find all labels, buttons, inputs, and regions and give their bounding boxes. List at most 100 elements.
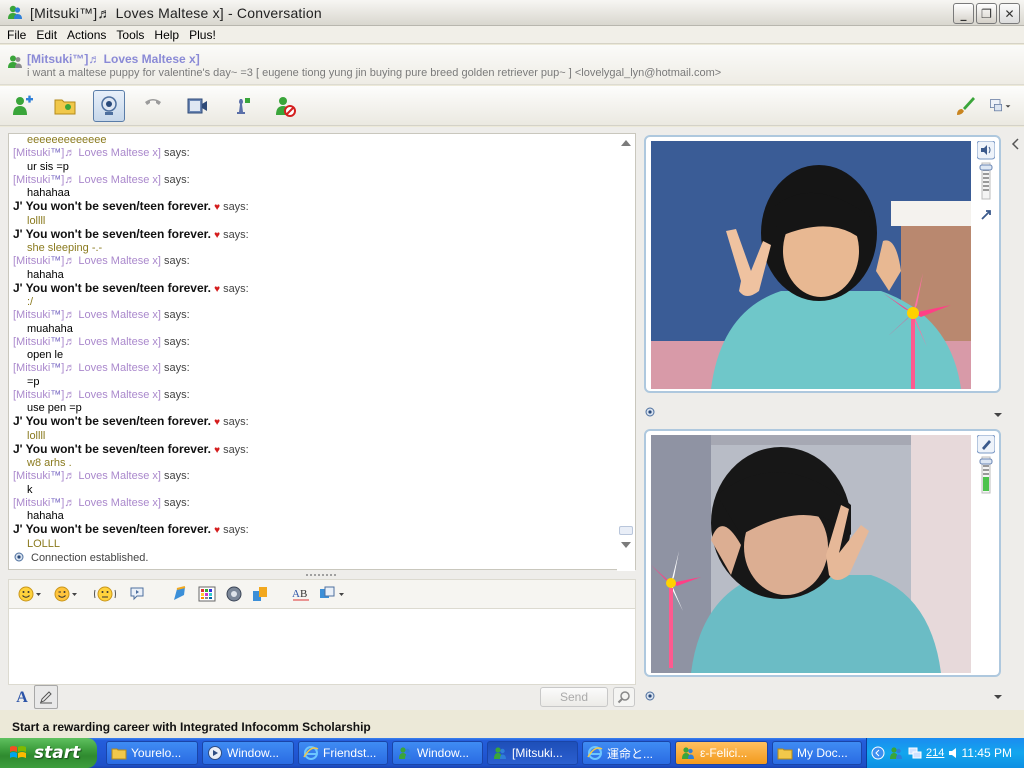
message-text: =p bbox=[27, 375, 40, 388]
nudge-button[interactable] bbox=[93, 584, 117, 604]
font-check-button[interactable]: A B bbox=[291, 584, 311, 604]
advertisement-link[interactable]: Start a rewarding career with Integrated… bbox=[12, 720, 371, 734]
message-text: open le bbox=[27, 349, 64, 361]
video-button[interactable] bbox=[181, 90, 213, 122]
font-button[interactable]: A bbox=[12, 688, 32, 708]
messenger-icon bbox=[8, 5, 22, 19]
connection-status: Connection established. bbox=[13, 552, 148, 564]
contact-header: [Mitsuki™]♬ Loves Maltese x] i want a ma… bbox=[0, 45, 1024, 85]
mic-slider[interactable] bbox=[976, 434, 996, 495]
task-label: My Doc... bbox=[797, 746, 848, 760]
more-button[interactable] bbox=[319, 584, 347, 604]
start-label: start bbox=[34, 743, 81, 763]
restore-icon: ❐ bbox=[981, 6, 992, 21]
send-files-button[interactable] bbox=[49, 90, 81, 122]
block-button[interactable] bbox=[269, 90, 301, 122]
paint-button[interactable] bbox=[949, 90, 981, 122]
scroll-thumb[interactable] bbox=[619, 526, 633, 535]
maximize-button[interactable]: ❐ bbox=[976, 3, 997, 24]
sender-name: J' You won't be seven/teen forever. bbox=[13, 414, 211, 429]
collapse-sidebar-button[interactable] bbox=[1011, 137, 1021, 154]
handwriting-button[interactable] bbox=[34, 685, 58, 709]
sender-name-part: [Mitsuki bbox=[13, 309, 51, 322]
scroll-up-icon[interactable] bbox=[621, 140, 631, 146]
heart-icon: ♥ bbox=[214, 525, 220, 537]
message-sender-mitsuki: [Mitsuki™]♬ Loves Maltese x] says: bbox=[13, 336, 617, 349]
emoticon-button[interactable] bbox=[17, 584, 43, 604]
menu-file[interactable]: File bbox=[2, 28, 31, 42]
display-menu-button[interactable] bbox=[982, 90, 1018, 122]
messenger-icon bbox=[399, 747, 411, 759]
wink-icon bbox=[54, 586, 77, 602]
menu-plus[interactable]: Plus! bbox=[184, 28, 221, 42]
message-text: eeeeeeeeeeeee bbox=[27, 134, 107, 146]
share-button[interactable] bbox=[251, 584, 269, 604]
message-list: eeeeeeeeeeeee [Mitsuki™]♬ Loves Maltese … bbox=[9, 134, 617, 549]
sender-name-part: [Mitsuki bbox=[13, 173, 51, 186]
send-files-icon bbox=[54, 99, 76, 115]
send-button[interactable]: Send bbox=[540, 687, 608, 707]
title-bar: [Mitsuki™]♬ Loves Maltese x] - Conversat… bbox=[0, 0, 1024, 26]
says-label: says: bbox=[164, 173, 190, 186]
scroll-down-icon[interactable] bbox=[621, 542, 631, 548]
search-button[interactable] bbox=[613, 687, 635, 707]
sender-name-part: ]♬ Loves Maltese x] bbox=[61, 173, 161, 186]
sender-name: J' You won't be seven/teen forever. bbox=[13, 199, 211, 214]
start-button[interactable]: start bbox=[0, 738, 97, 768]
message-text: hahaha bbox=[27, 510, 64, 522]
webcam-preview-image bbox=[651, 435, 971, 673]
history-scrollbar[interactable] bbox=[617, 134, 635, 571]
background-button[interactable] bbox=[198, 584, 216, 604]
message-text: she sleeping -.- bbox=[27, 242, 103, 254]
tray-counter[interactable]: 214 bbox=[926, 747, 944, 759]
contact-webcam-menu[interactable] bbox=[993, 411, 1003, 422]
message-text: ur sis =p bbox=[27, 160, 69, 173]
heart-icon: ♥ bbox=[214, 202, 220, 214]
my-webcam-menu[interactable] bbox=[993, 693, 1003, 704]
call-button[interactable] bbox=[137, 90, 169, 122]
sender-name-part: [Mitsuki bbox=[13, 470, 51, 483]
message-text: w8 arhs . bbox=[27, 457, 72, 469]
network-icon[interactable] bbox=[907, 745, 923, 761]
my-webcam-footer bbox=[644, 691, 656, 706]
voice-clip-button[interactable] bbox=[129, 584, 147, 604]
invite-contact-button[interactable] bbox=[6, 90, 38, 122]
message-sender-j: J' You won't be seven/teen forever. ♥ sa… bbox=[13, 227, 617, 242]
ink-button[interactable] bbox=[171, 584, 189, 604]
sound-button[interactable] bbox=[225, 584, 243, 604]
menu-edit[interactable]: Edit bbox=[31, 28, 62, 42]
sender-name-part: [Mitsuki bbox=[13, 388, 51, 401]
says-label: says: bbox=[164, 470, 190, 483]
close-icon: ✕ bbox=[1004, 6, 1015, 21]
taskbar-task[interactable]: Window... bbox=[202, 741, 294, 765]
heart-icon: ♥ bbox=[214, 444, 220, 456]
volume-slider[interactable] bbox=[976, 140, 996, 231]
webcam-button[interactable] bbox=[93, 90, 125, 122]
message-sender-mitsuki: [Mitsuki™]♬ Loves Maltese x] says: bbox=[13, 470, 617, 483]
sender-name-part: ]♬ Loves Maltese x] bbox=[61, 388, 161, 401]
messenger-tray-icon[interactable] bbox=[888, 745, 904, 761]
taskbar-task[interactable]: Yourelo... bbox=[106, 741, 198, 765]
menu-help[interactable]: Help bbox=[149, 28, 184, 42]
message-sender-mitsuki: [Mitsuki™]♬ Loves Maltese x] says: bbox=[13, 497, 617, 510]
taskbar-task[interactable]: [Mitsuki... bbox=[487, 741, 578, 765]
taskbar-task[interactable]: Friendst... bbox=[298, 741, 388, 765]
games-button[interactable] bbox=[225, 90, 257, 122]
menu-actions[interactable]: Actions bbox=[62, 28, 111, 42]
panel-splitter[interactable] bbox=[305, 573, 337, 577]
close-button[interactable]: ✕ bbox=[999, 3, 1020, 24]
taskbar-task[interactable]: My Doc... bbox=[772, 741, 862, 765]
task-label: Yourelo... bbox=[131, 746, 182, 760]
media-player-icon bbox=[208, 746, 222, 760]
message-input[interactable] bbox=[8, 608, 636, 685]
menu-tools[interactable]: Tools bbox=[111, 28, 149, 42]
taskbar-task[interactable]: Window... bbox=[392, 741, 483, 765]
taskbar-task[interactable]: ε-Felici... bbox=[675, 741, 768, 765]
taskbar-task[interactable]: 運命と... bbox=[582, 741, 671, 765]
wink-button[interactable] bbox=[53, 584, 79, 604]
sender-name-part: [Mitsuki bbox=[13, 335, 51, 348]
tray-expand-icon[interactable] bbox=[871, 746, 885, 760]
contact-name[interactable]: [Mitsuki™]♬ Loves Maltese x] bbox=[27, 52, 200, 66]
contact-webcam-controls bbox=[976, 140, 996, 234]
minimize-button[interactable]: _ bbox=[953, 3, 974, 24]
